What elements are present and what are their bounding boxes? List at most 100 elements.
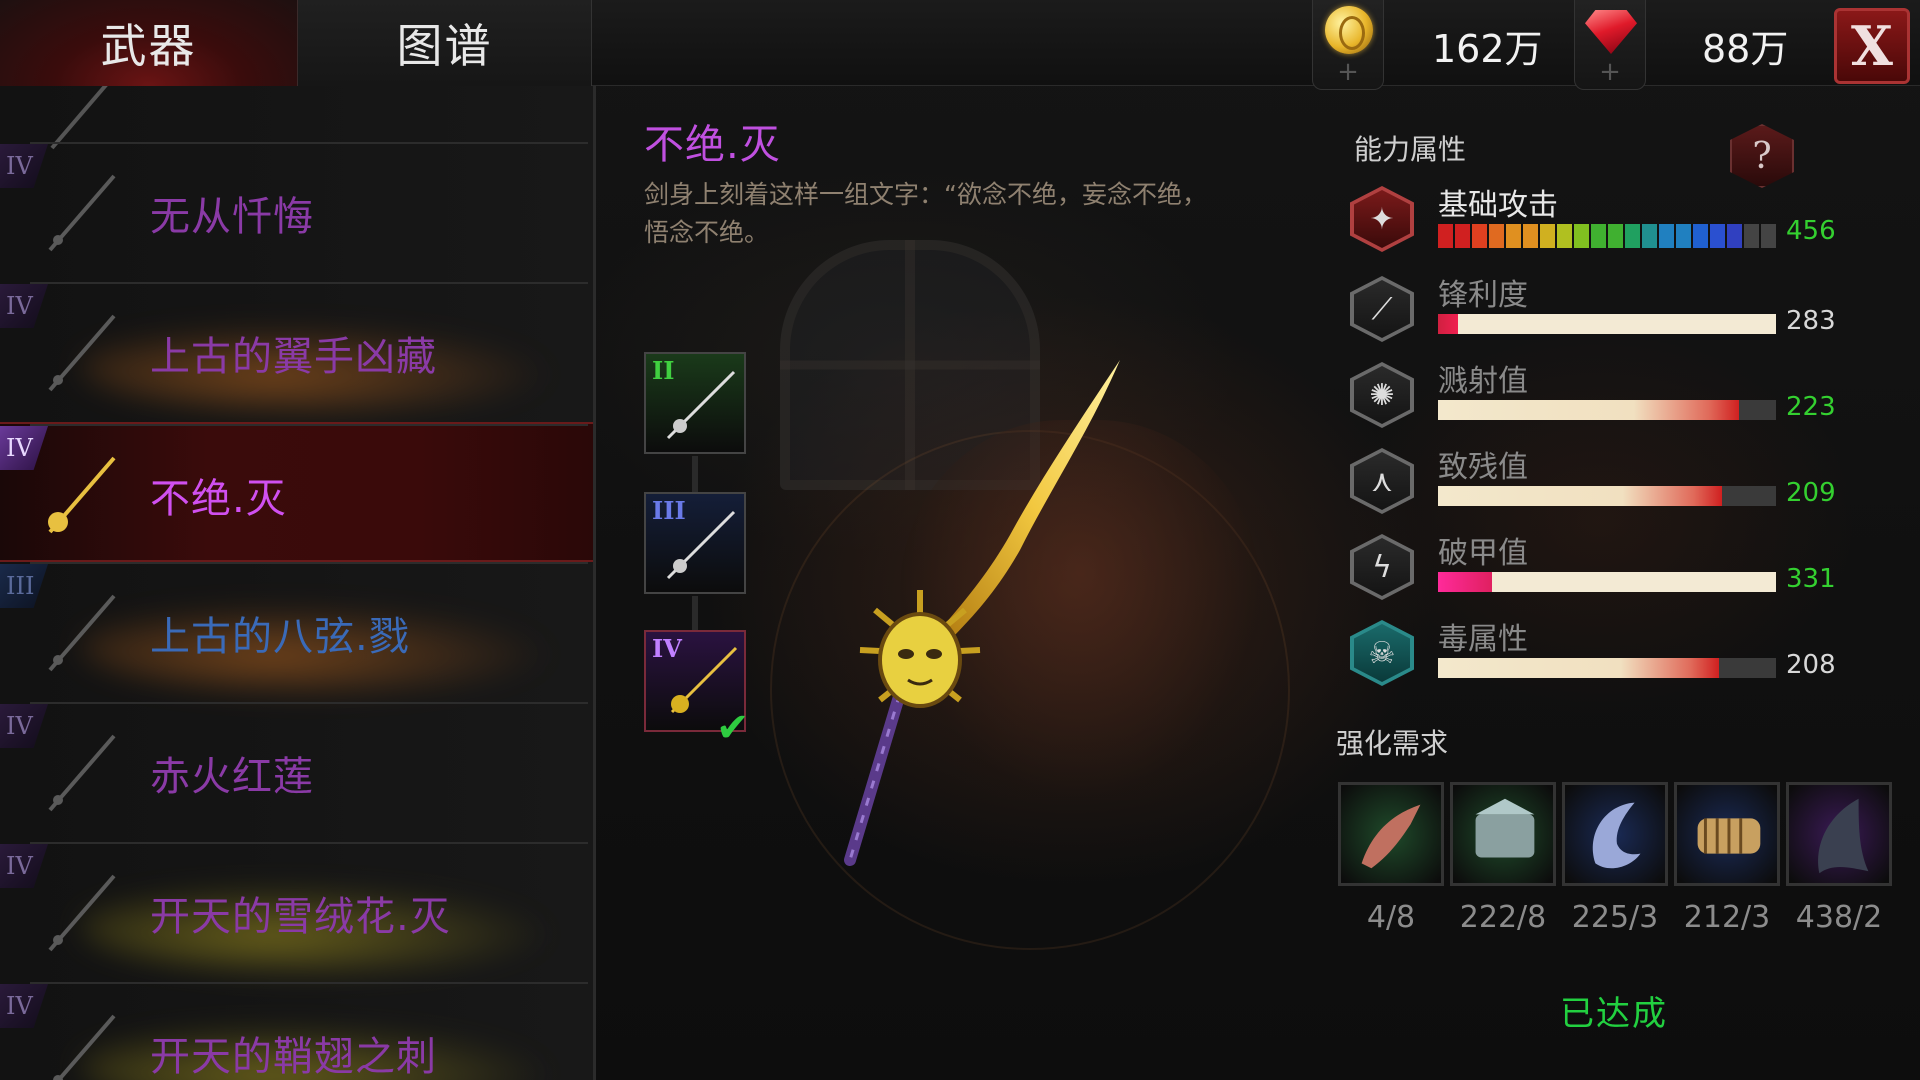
list-separator <box>30 982 588 984</box>
stat-label: 锋利度 <box>1438 278 1528 313</box>
stat-value: 209 <box>1786 478 1836 508</box>
weapon-thumbnail <box>32 862 128 962</box>
weapon-thumbnail <box>32 302 128 402</box>
gold-amount: 162万 <box>1432 27 1543 71</box>
material-count: 212/3 <box>1683 900 1771 935</box>
tier-card-ii[interactable]: II <box>644 352 746 454</box>
weapon-name: 无从忏悔 <box>150 194 314 240</box>
stat-bar <box>1438 224 1776 248</box>
splash-icon: ✺ <box>1350 362 1414 428</box>
upgrade-requirements-title: 强化需求 <box>1336 727 1449 760</box>
list-item[interactable]: III 上古的八弦.戮 <box>0 562 593 702</box>
list-item[interactable]: IV 上古的翼手凶藏 <box>0 282 593 422</box>
weapon-description: 剑身上刻着这样一组文字：“欲念不绝，妄念不绝，悟念不绝。 <box>644 180 1207 247</box>
gold-add-button[interactable]: + <box>1312 0 1384 90</box>
stat-bar-fill <box>1438 572 1493 592</box>
tab-atlas[interactable]: 图谱 <box>298 0 592 86</box>
equipped-check-icon: ✔ <box>716 705 750 751</box>
gem-amount: 88万 <box>1702 27 1789 71</box>
material-count: 225/3 <box>1571 900 1659 935</box>
tier-connector <box>692 596 698 632</box>
hook-claw-material-icon <box>1592 802 1641 869</box>
weapon-name: 开天的鞘翅之刺 <box>150 1034 437 1080</box>
stat-label: 毒属性 <box>1438 622 1528 657</box>
stat-attack: ✦ 基础攻击 456 <box>1350 180 1836 260</box>
weapon-thumbnail <box>32 162 128 262</box>
list-separator <box>30 424 588 426</box>
list-separator <box>30 282 588 284</box>
material-count: 222/8 <box>1459 900 1547 935</box>
list-item[interactable]: IV 开天的雪绒花.灭 <box>0 842 593 982</box>
stat-value: 223 <box>1786 392 1836 422</box>
weapon-artwork <box>830 340 1150 884</box>
material-slot[interactable] <box>1786 782 1892 886</box>
weapon-thumbnail <box>32 582 128 682</box>
weapon-list[interactable]: IV 无从忏悔 IV 上古的翼手凶藏 IV 不绝.灭 III 上古的八弦.戮 IV 赤火红莲 IV 开… <box>0 86 596 1080</box>
weapon-name: 开天的雪绒花.灭 <box>150 894 451 940</box>
gold-coin-icon <box>1325 6 1373 54</box>
scale-chunk-material-icon <box>1475 798 1535 858</box>
stat-armor-break: ϟ 破甲值 331 <box>1350 528 1836 608</box>
weapon-thumbnail <box>32 1002 128 1080</box>
cripple-icon: ⋏ <box>1350 448 1414 514</box>
stat-bar <box>1438 400 1776 420</box>
material-slot[interactable] <box>1338 782 1444 886</box>
sword-icon <box>666 370 736 440</box>
weapon-thumbnail <box>32 444 128 544</box>
weapon-name: 不绝.灭 <box>150 476 287 522</box>
stat-bar-fill <box>1438 658 1719 678</box>
stat-sharpness: ⟋ 锋利度 283 <box>1350 270 1836 350</box>
plus-icon: + <box>1599 57 1621 87</box>
stat-bar-fill <box>1438 486 1722 506</box>
stat-label: 溅射值 <box>1438 364 1528 399</box>
stat-bar-fill <box>1438 314 1459 334</box>
close-button[interactable]: X <box>1834 8 1910 84</box>
stat-value: 331 <box>1786 564 1836 594</box>
weapon-detail-title: 不绝.灭 <box>644 122 781 168</box>
weapon-thumbnail <box>32 722 128 822</box>
plus-icon: + <box>1337 57 1359 87</box>
attack-icon: ✦ <box>1350 186 1414 252</box>
poison-skull-icon: ☠ <box>1350 620 1414 686</box>
list-item[interactable]: IV 无从忏悔 <box>0 142 593 282</box>
list-separator <box>30 562 588 564</box>
stat-bar <box>1438 314 1776 334</box>
stat-value: 208 <box>1786 650 1836 680</box>
stat-bar-fill <box>1438 400 1739 420</box>
list-separator <box>30 842 588 844</box>
list-separator <box>30 142 588 144</box>
material-slot[interactable] <box>1450 782 1556 886</box>
red-gem-icon <box>1585 10 1637 54</box>
material-slot[interactable] <box>1674 782 1780 886</box>
top-bar: 武器 图谱 + 162万 + 88万 X <box>0 0 1920 90</box>
list-item[interactable]: IV 赤火红莲 <box>0 702 593 842</box>
upgrade-status: 已达成 <box>1560 994 1668 1034</box>
stat-splash: ✺ 溅射值 223 <box>1350 356 1836 436</box>
stat-bar <box>1438 572 1776 592</box>
list-item[interactable]: IV 不绝.灭 <box>0 422 593 562</box>
stat-cripple: ⋏ 致残值 209 <box>1350 442 1836 522</box>
weapon-name: 上古的八弦.戮 <box>150 614 410 660</box>
list-separator <box>30 702 588 704</box>
claw-material-icon <box>1361 804 1421 869</box>
list-item[interactable]: IV 开天的鞘翅之刺 <box>0 982 593 1080</box>
stat-bar-track <box>1492 572 1776 592</box>
tier-connector <box>692 456 698 492</box>
sword-icon <box>666 510 736 580</box>
weapon-name: 上古的翼手凶藏 <box>150 334 437 380</box>
spine-material-icon <box>1697 818 1761 854</box>
stat-label: 基础攻击 <box>1438 188 1558 223</box>
stat-label: 致残值 <box>1438 450 1528 485</box>
stat-value: 456 <box>1786 216 1836 246</box>
material-slot[interactable] <box>1562 782 1668 886</box>
stat-poison-skull: ☠ 毒属性 208 <box>1350 614 1836 694</box>
gem-add-button[interactable]: + <box>1574 0 1646 90</box>
tier-card-iii[interactable]: III <box>644 492 746 594</box>
stat-bar <box>1438 486 1776 506</box>
fin-material-icon <box>1818 798 1869 874</box>
stats-title: 能力属性 <box>1354 133 1467 166</box>
tab-weapon[interactable]: 武器 <box>0 0 298 86</box>
stat-bar <box>1438 658 1776 678</box>
stat-value: 283 <box>1786 306 1836 336</box>
armor-break-icon: ϟ <box>1350 534 1414 600</box>
